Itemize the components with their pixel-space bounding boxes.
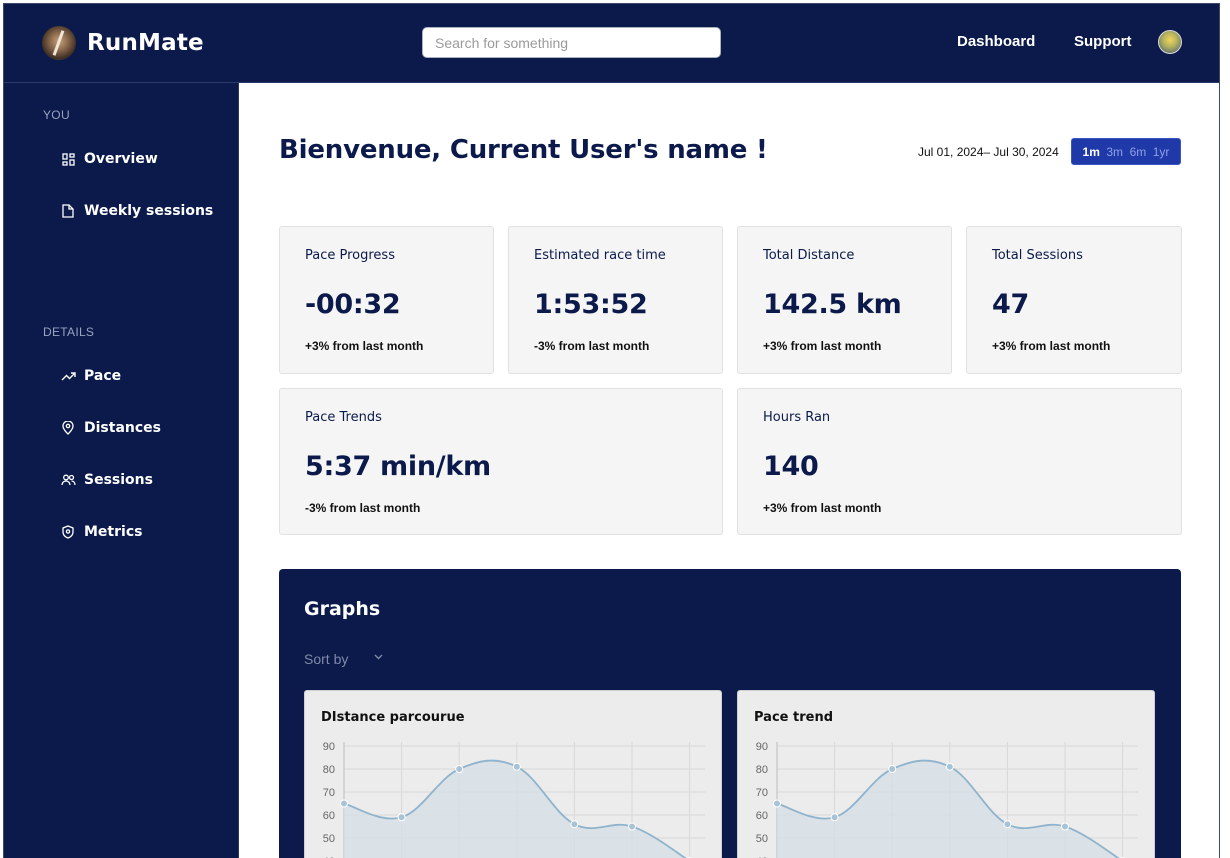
stat-label: Total Sessions: [992, 248, 1083, 263]
sidebar-item-overview[interactable]: Overview: [60, 147, 158, 171]
stat-label: Total Distance: [763, 248, 855, 263]
y-tick-label: 60: [323, 810, 335, 822]
stat-value: 142.5 km: [763, 289, 902, 320]
y-tick-label: 60: [756, 810, 768, 822]
area-fill: [777, 760, 1119, 858]
y-tick-label: 90: [756, 741, 768, 753]
sidebar-item-weekly-sessions[interactable]: Weekly sessions: [60, 199, 213, 223]
stat-card-total-distance: Total Distance 142.5 km +3% from last mo…: [737, 226, 952, 374]
data-point: [1061, 822, 1069, 831]
stat-label: Pace Trends: [305, 410, 382, 425]
page-title: Bienvenue, Current User's name !: [279, 135, 768, 165]
stat-delta: +3% from last month: [763, 339, 882, 353]
area-fill: [344, 760, 686, 858]
stat-label: Pace Progress: [305, 248, 395, 263]
y-tick-label: 50: [323, 833, 335, 845]
sidebar-item-sessions[interactable]: Sessions: [60, 468, 153, 492]
chart-plot: 405060708090: [756, 741, 1138, 858]
sidebar-item-distances[interactable]: Distances: [60, 416, 161, 440]
avatar[interactable]: [1158, 30, 1182, 54]
y-tick-label: 70: [756, 787, 768, 799]
stat-label: Estimated race time: [534, 248, 666, 263]
date-range[interactable]: Jul 01, 2024– Jul 30, 2024: [918, 145, 1059, 159]
grid-icon: [60, 151, 76, 167]
document-icon: [60, 203, 76, 219]
data-point: [1003, 820, 1012, 829]
data-point: [830, 813, 839, 822]
nav-dashboard-link[interactable]: Dashboard: [957, 33, 1035, 50]
sort-by-label: Sort by: [304, 651, 349, 667]
brand-name[interactable]: RunMate: [87, 30, 204, 56]
chevron-down-icon: [374, 654, 384, 664]
sidebar-item-label: Weekly sessions: [84, 203, 214, 219]
range-toggle: 1m 3m 6m 1yr: [1071, 138, 1181, 165]
search-input[interactable]: [422, 27, 721, 58]
y-tick-label: 90: [323, 741, 335, 753]
sidebar-item-pace[interactable]: Pace: [60, 364, 121, 388]
range-1yr-button[interactable]: 1yr: [1153, 145, 1170, 159]
logo-image: [42, 26, 76, 60]
sidebar-item-label: Overview: [84, 151, 158, 167]
graphs-panel: Graphs Sort by DIstance parcourue 405060…: [279, 569, 1181, 858]
data-point: [570, 820, 579, 829]
stat-delta: +3% from last month: [763, 501, 882, 515]
stat-label: Hours Ran: [763, 410, 831, 425]
stat-card-pace-progress: Pace Progress -00:32 +3% from last month: [279, 226, 494, 374]
graphs-title: Graphs: [304, 598, 381, 620]
data-point: [888, 765, 897, 773]
data-point: [397, 813, 406, 822]
data-point: [628, 822, 636, 831]
data-point: [945, 762, 954, 771]
main-content: Bienvenue, Current User's name ! Jul 01,…: [239, 83, 1219, 858]
stat-delta: -3% from last month: [534, 339, 650, 353]
y-tick-label: 80: [323, 764, 335, 776]
stat-value: 5:37 min/km: [305, 451, 491, 482]
range-6m-button[interactable]: 6m: [1130, 145, 1147, 159]
shield-icon: [60, 524, 76, 540]
sidebar-item-label: Sessions: [84, 472, 153, 488]
sidebar-section-you: YOU: [43, 108, 70, 122]
y-tick-label: 80: [756, 764, 768, 776]
users-icon: [60, 472, 76, 488]
data-point: [512, 762, 521, 771]
chart-distance-parcourue: DIstance parcourue 405060708090: [304, 690, 722, 858]
stat-card-pace-trends: Pace Trends 5:37 min/km -3% from last mo…: [279, 388, 723, 535]
stat-card-estimated-race-time: Estimated race time 1:53:52 -3% from las…: [508, 226, 723, 374]
stat-value: 47: [992, 289, 1029, 320]
stat-delta: +3% from last month: [992, 339, 1111, 353]
chart-plot: 405060708090: [323, 741, 705, 858]
trend-up-icon: [60, 368, 76, 384]
data-point: [455, 765, 464, 773]
stat-card-total-sessions: Total Sessions 47 +3% from last month: [966, 226, 1182, 374]
nav-support-link[interactable]: Support: [1074, 33, 1132, 50]
sidebar-section-details: DETAILS: [43, 325, 95, 339]
app-window: RunMate Dashboard Support YOU Overview W…: [3, 3, 1220, 858]
stat-value: 1:53:52: [534, 289, 648, 320]
data-point: [340, 799, 348, 808]
sort-by-dropdown[interactable]: Sort by: [304, 651, 384, 667]
range-3m-button[interactable]: 3m: [1106, 145, 1123, 159]
stat-value: -00:32: [305, 289, 401, 320]
sidebar-item-label: Metrics: [84, 524, 143, 540]
sidebar-item-label: Distances: [84, 420, 161, 436]
top-navbar: RunMate Dashboard Support: [4, 4, 1219, 83]
stat-delta: -3% from last month: [305, 501, 421, 515]
stat-delta: +3% from last month: [305, 339, 424, 353]
chart-pace-trend: Pace trend 405060708090: [737, 690, 1155, 858]
stat-value: 140: [763, 451, 819, 482]
range-1m-button[interactable]: 1m: [1083, 145, 1100, 159]
sidebar-item-metrics[interactable]: Metrics: [60, 520, 142, 544]
stat-card-hours-ran: Hours Ran 140 +3% from last month: [737, 388, 1182, 535]
sidebar: YOU Overview Weekly sessions DETAILS Pac…: [4, 83, 239, 858]
y-tick-label: 70: [323, 787, 335, 799]
sidebar-item-label: Pace: [84, 368, 122, 384]
map-pin-icon: [60, 420, 76, 436]
y-tick-label: 50: [756, 833, 768, 845]
data-point: [773, 799, 781, 808]
